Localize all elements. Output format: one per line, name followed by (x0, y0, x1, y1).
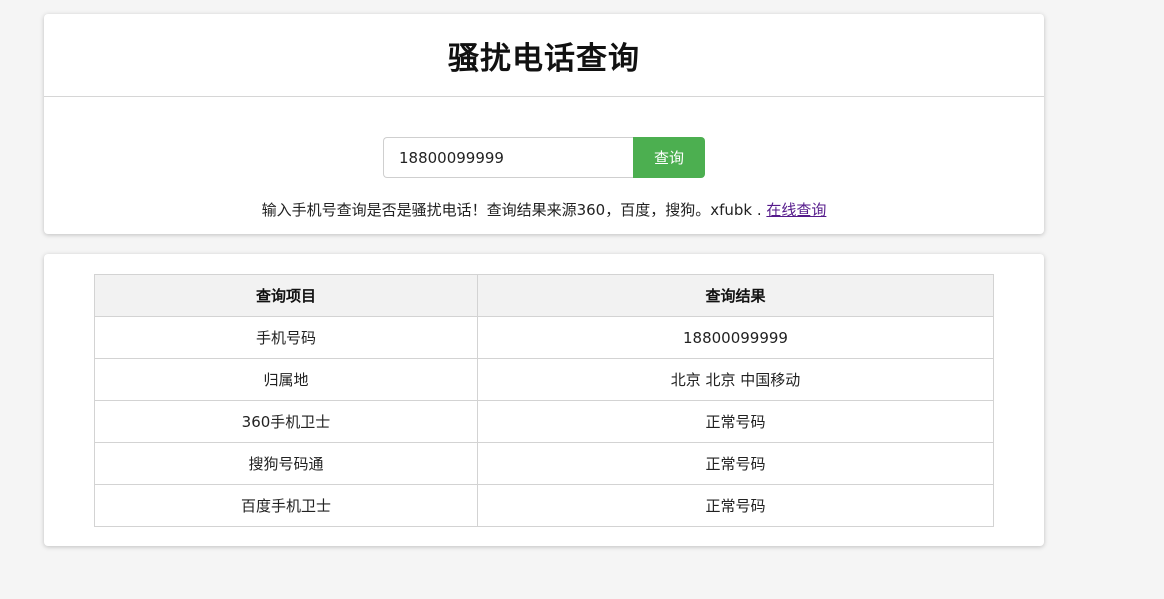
row-result-location: 北京 北京 中国移动 (477, 358, 994, 401)
phone-number-input[interactable] (383, 137, 633, 178)
info-note: 输入手机号查询是否是骚扰电话！查询结果来源360，百度，搜狗。xfubk . 在… (44, 199, 1044, 220)
row-item-baidu: 百度手机卫士 (94, 484, 478, 527)
search-button[interactable]: 查询 (633, 137, 705, 178)
search-bar: 查询 (383, 137, 705, 178)
table-row: 归属地 北京 北京 中国移动 (94, 358, 994, 401)
row-item-location: 归属地 (94, 358, 478, 401)
table-row: 手机号码 18800099999 (94, 316, 994, 359)
column-header-result: 查询结果 (477, 274, 994, 317)
row-result-phone: 18800099999 (477, 316, 994, 359)
row-item-360: 360手机卫士 (94, 400, 478, 443)
row-result-sogou: 正常号码 (477, 442, 994, 485)
table-header-row: 查询项目 查询结果 (94, 274, 994, 317)
table-row: 百度手机卫士 正常号码 (94, 484, 994, 527)
results-card: 查询项目 查询结果 手机号码 18800099999 归属地 北京 北京 中国移… (44, 254, 1044, 546)
row-item-phone: 手机号码 (94, 316, 478, 359)
online-query-link[interactable]: 在线查询 (766, 201, 826, 219)
table-row: 360手机卫士 正常号码 (94, 400, 994, 443)
info-note-text: 输入手机号查询是否是骚扰电话！查询结果来源360，百度，搜狗。xfubk . (261, 201, 767, 219)
row-result-baidu: 正常号码 (477, 484, 994, 527)
row-item-sogou: 搜狗号码通 (94, 442, 478, 485)
results-table: 查询项目 查询结果 手机号码 18800099999 归属地 北京 北京 中国移… (94, 274, 994, 527)
page-title: 骚扰电话查询 (448, 40, 640, 77)
column-header-item: 查询项目 (94, 274, 478, 317)
search-card: 骚扰电话查询 查询 输入手机号查询是否是骚扰电话！查询结果来源360，百度，搜狗… (44, 14, 1044, 234)
table-row: 搜狗号码通 正常号码 (94, 442, 994, 485)
row-result-360: 正常号码 (477, 400, 994, 443)
page-header: 骚扰电话查询 (44, 14, 1044, 97)
